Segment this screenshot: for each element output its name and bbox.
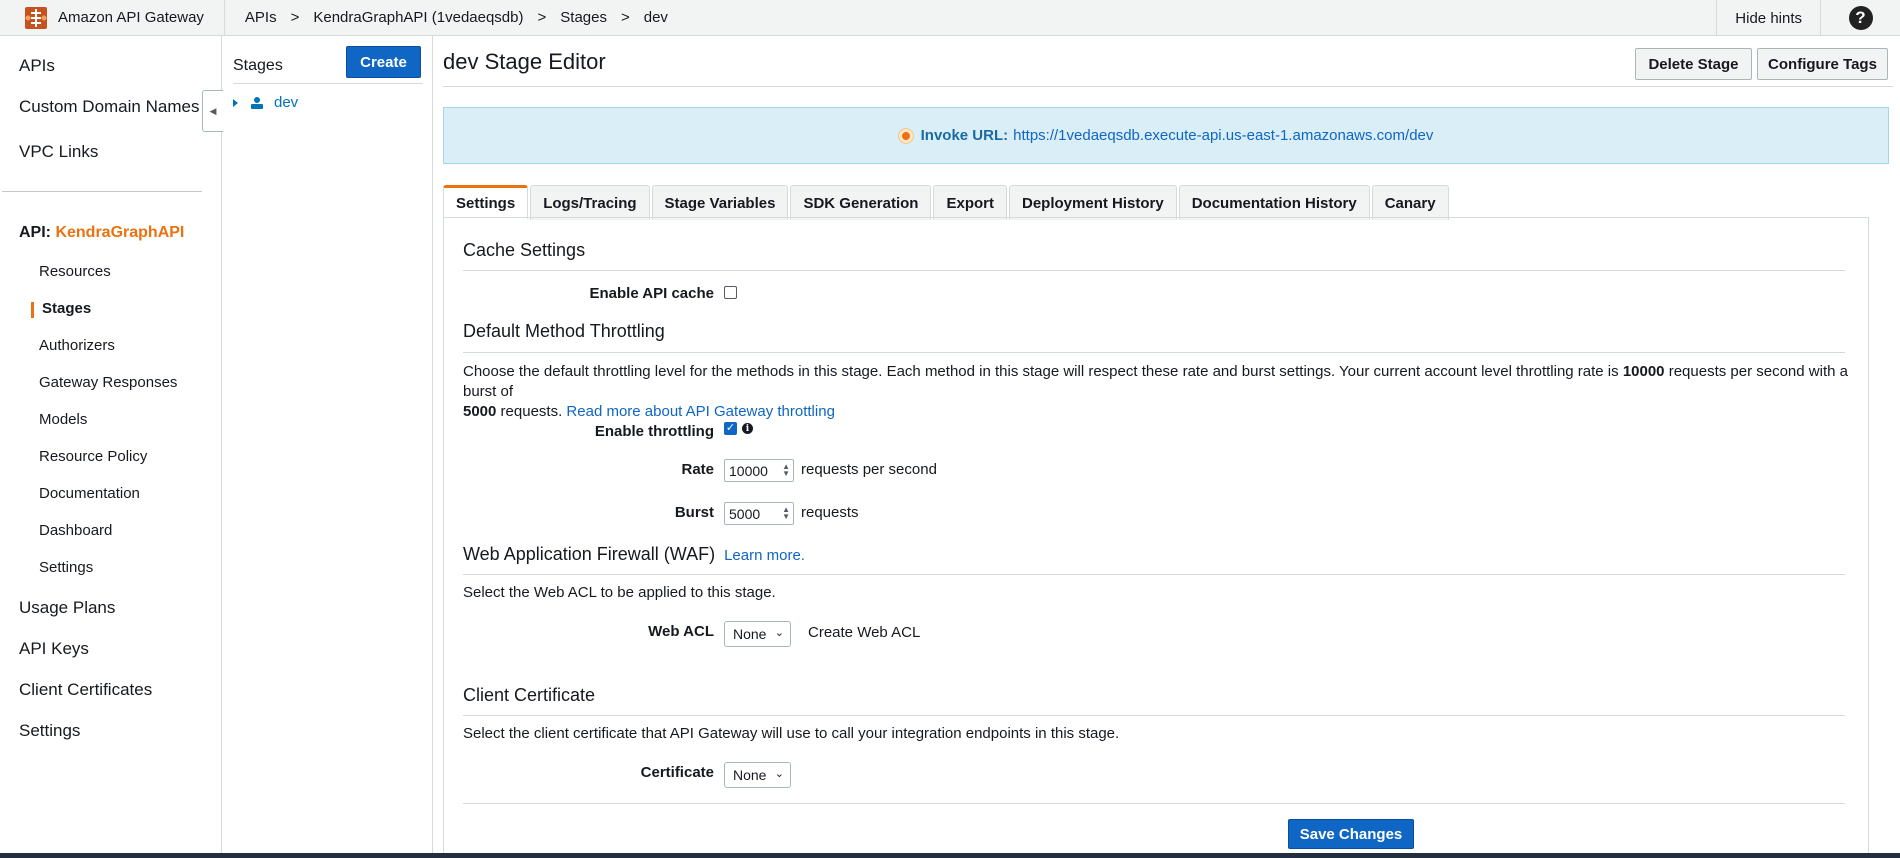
enable-api-cache-checkbox[interactable] [724,286,737,299]
burst-unit: requests [801,504,859,521]
enable-throttling-checkbox[interactable]: ✓ [724,422,737,435]
waf-learn-more-link[interactable]: Learn more. [724,547,805,564]
nav-item-dashboard[interactable]: Dashboard [39,522,112,539]
web-acl-value: None [733,626,767,642]
stages-divider [233,83,423,84]
certificate-select[interactable]: None ⌄ [724,762,791,788]
nav-item-client-certificates[interactable]: Client Certificates [19,680,152,700]
brand[interactable]: Amazon API Gateway [0,0,225,36]
create-web-acl-link[interactable]: Create Web ACL [808,624,920,641]
cache-settings-title: Cache Settings [463,240,586,260]
nav-item-resources[interactable]: Resources [39,263,111,280]
section-divider [463,574,1845,575]
stages-panel-title: Stages [233,57,283,74]
stage-dev-link[interactable]: dev [274,94,298,111]
api-label[interactable]: API: KendraGraphAPI [19,224,184,242]
api-prefix: API: [19,224,51,241]
stage-icon [251,96,263,109]
chevron-down-icon: ⌄ [774,768,784,780]
breadcrumb-current: dev [643,9,668,26]
spinner-icon[interactable]: ▲ ▼ [782,463,790,478]
nav-item-api-settings[interactable]: Settings [39,559,93,576]
bottom-bar [0,853,1900,858]
burst-label: Burst [674,504,714,521]
nav-item-custom-domain-names[interactable]: Custom Domain Names [19,97,199,117]
throttling-desc-text: Choose the default throttling level for … [463,363,1623,380]
stages-panel: Stages Create dev [223,36,433,858]
rate-value: 10000 [729,462,768,479]
rate-input[interactable]: 10000 ▲ ▼ [724,459,794,482]
breadcrumb-stages[interactable]: Stages [560,9,607,26]
certificate-value: None [733,767,767,783]
stage-tree-item[interactable]: dev [233,94,298,111]
nav-item-documentation[interactable]: Documentation [39,485,140,502]
section-divider [463,715,1845,716]
breadcrumb-apis[interactable]: APIs [245,9,277,26]
collapse-nav-button[interactable]: ◀ [202,90,223,132]
throttling-description: Choose the default throttling level for … [463,362,1863,422]
section-divider [463,270,1845,271]
web-acl-label: Web ACL [648,623,714,640]
web-acl-select[interactable]: None ⌄ [724,621,791,647]
create-stage-button[interactable]: Create [346,46,421,78]
enable-api-cache-label: Enable API cache [589,285,715,302]
caret-left-icon: ◀ [209,105,217,116]
active-indicator [31,302,34,318]
waf-title: Web Application Firewall (WAF) Learn mor… [463,544,805,565]
breadcrumb-api[interactable]: KendraGraphAPI (1vedaeqsdb) [313,9,523,26]
nav-divider [2,191,202,192]
nav-item-usage-plans[interactable]: Usage Plans [19,598,115,618]
expand-caret-icon[interactable] [233,98,238,107]
nav-item-gateway-responses[interactable]: Gateway Responses [39,374,177,391]
spinner-icon[interactable]: ▲ ▼ [782,506,790,521]
nav-item-stages[interactable]: Stages [42,300,91,317]
nav-item-vpc-links[interactable]: VPC Links [19,142,98,162]
breadcrumb: APIs > KendraGraphAPI (1vedaeqsdb) > Sta… [225,9,668,26]
help-icon: ? [1848,6,1873,30]
throttling-title: Default Method Throttling [463,321,665,341]
help-button[interactable]: ? [1820,0,1900,36]
nav-item-apis[interactable]: APIs [19,56,55,76]
enable-throttling-label: Enable throttling [594,423,714,440]
nav-item-models[interactable]: Models [39,411,87,428]
breadcrumb-separator: > [537,9,547,26]
checkmark-icon: ✓ [725,422,736,434]
hide-hints-button[interactable]: Hide hints [1716,0,1820,36]
chevron-down-icon: ⌄ [774,627,784,639]
certificate-label: Certificate [640,764,714,781]
account-rate-value: 10000 [1622,363,1665,380]
nav-item-resource-policy[interactable]: Resource Policy [39,448,147,465]
left-navigation: APIs Custom Domain Names VPC Links API: … [0,36,223,858]
waf-description: Select the Web ACL to be applied to this… [463,584,776,601]
info-icon[interactable]: i [742,423,753,434]
breadcrumb-separator: > [290,9,300,26]
waf-title-text: Web Application Firewall (WAF) [463,544,716,564]
app-title: Amazon API Gateway [58,9,204,26]
save-changes-button[interactable]: Save Changes [1288,819,1414,849]
nav-item-settings[interactable]: Settings [19,721,80,741]
account-burst-value: 5000 [463,403,497,420]
burst-input[interactable]: 5000 ▲ ▼ [724,502,794,525]
client-certificate-title: Client Certificate [463,685,596,705]
rate-unit: requests per second [801,461,937,478]
nav-item-authorizers[interactable]: Authorizers [39,337,115,354]
section-divider [463,352,1845,353]
rate-label: Rate [681,461,714,478]
read-more-throttling-link[interactable]: Read more about API Gateway throttling [566,403,834,420]
api-name: KendraGraphAPI [55,224,185,241]
client-certificate-description: Select the client certificate that API G… [463,725,1120,742]
section-divider [463,803,1845,804]
api-gateway-logo-icon [25,6,47,29]
top-bar: Amazon API Gateway APIs > KendraGraphAPI… [0,0,1900,36]
burst-value: 5000 [729,505,761,522]
nav-item-api-keys[interactable]: API Keys [19,639,89,659]
settings-form: Cache Settings Enable API cache Default … [434,36,1900,858]
breadcrumb-separator: > [620,9,630,26]
throttling-desc-text: requests. [496,403,567,420]
